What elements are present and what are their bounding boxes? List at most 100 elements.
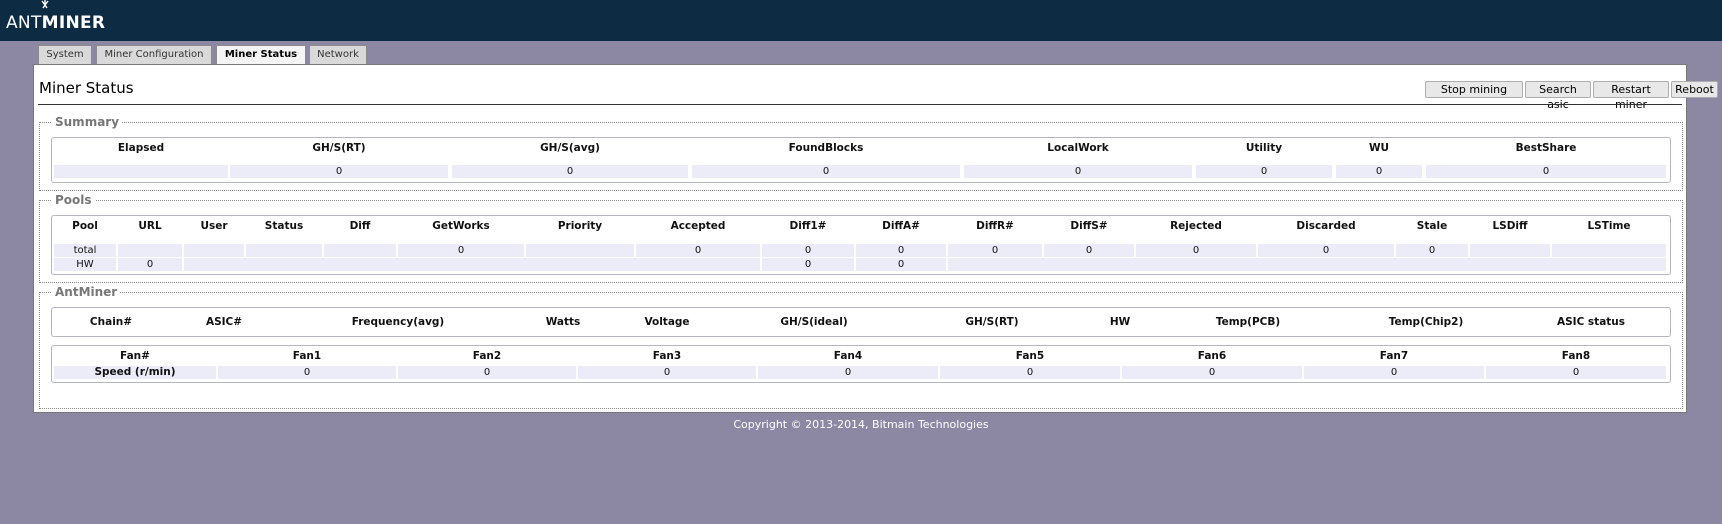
pools-total-cell xyxy=(1552,244,1666,257)
summary-value-cell: 0 xyxy=(1196,165,1332,178)
chain-header-cell: Temp(Chip2) xyxy=(1388,316,1464,328)
fan-header-cell: Fan3 xyxy=(652,350,682,362)
summary-section: Summary Elapsed GH/S(RT) GH/S(avg) FoundBlo… xyxy=(39,115,1683,191)
pools-total-cell: 0 xyxy=(1396,244,1468,257)
fan-header-cell: Fan5 xyxy=(1015,350,1045,362)
pools-header-cell: URL xyxy=(138,220,162,232)
chain-header-cell: HW xyxy=(1109,316,1131,328)
pools-total-cell xyxy=(118,244,182,257)
summary-value-cell: 0 xyxy=(230,165,448,178)
fan-header-cell: Fan4 xyxy=(833,350,863,362)
fan-speed-cell: 0 xyxy=(578,366,756,379)
pools-hw-cell: HW xyxy=(54,258,116,271)
page-title: Miner Status xyxy=(39,79,134,97)
chain-header-cell: Temp(PCB) xyxy=(1215,316,1281,328)
chain-header-cell: Frequency(avg) xyxy=(351,316,445,328)
chain-header-cell: ASIC status xyxy=(1556,316,1626,328)
pools-total-cell: total xyxy=(54,244,116,257)
summary-header-cell: Elapsed xyxy=(117,142,165,154)
summary-header-cell: BestShare xyxy=(1515,142,1577,154)
pools-header-cell: DiffA# xyxy=(882,220,920,232)
pools-header-cell: GetWorks xyxy=(432,220,490,232)
summary-value-cell: 0 xyxy=(1426,165,1666,178)
chain-table: Chain# ASIC# Frequency(avg) Watts Voltage GH/… xyxy=(51,307,1671,337)
fan-speed-cell: 0 xyxy=(218,366,396,379)
fan-speed-cell: 0 xyxy=(1486,366,1666,379)
fan-speed-cell: 0 xyxy=(1304,366,1484,379)
chain-header-cell: GH/S(ideal) xyxy=(780,316,848,328)
summary-value-cell: 0 xyxy=(964,165,1192,178)
pools-total-cell xyxy=(1470,244,1550,257)
fan-header-cell: Fan1 xyxy=(292,350,322,362)
summary-value-cell: 0 xyxy=(692,165,960,178)
pools-hw-cell: 0 xyxy=(118,258,182,271)
chain-header-cell: Watts xyxy=(545,316,581,328)
antminer-section: AntMiner Chain# ASIC# Frequency(avg) Watts V… xyxy=(39,285,1683,409)
pools-total-cell: 0 xyxy=(1044,244,1134,257)
summary-table: Elapsed GH/S(RT) GH/S(avg) FoundBlocks Local… xyxy=(51,137,1671,183)
pools-header-cell: Rejected xyxy=(1170,220,1222,232)
pools-hw-cell: 0 xyxy=(856,258,946,271)
tab-miner-status[interactable]: Miner Status xyxy=(216,45,306,65)
pools-total-cell: 0 xyxy=(1136,244,1256,257)
pools-total-cell xyxy=(184,244,244,257)
summary-header-cell: GH/S(avg) xyxy=(540,142,600,154)
pools-header-cell: DiffS# xyxy=(1070,220,1108,232)
pools-total-cell xyxy=(246,244,322,257)
chain-header-cell: ASIC# xyxy=(205,316,243,328)
pools-header-cell: LSDiff xyxy=(1492,220,1528,232)
pools-header-cell: DiffR# xyxy=(976,220,1014,232)
fan-speed-cell: 0 xyxy=(940,366,1120,379)
pools-header-cell: Status xyxy=(264,220,304,232)
reboot-button[interactable]: Reboot xyxy=(1671,81,1718,98)
summary-legend: Summary xyxy=(52,115,123,129)
pools-header-cell: Pool xyxy=(72,220,98,232)
tab-miner-configuration[interactable]: Miner Configuration xyxy=(96,45,212,64)
tab-system[interactable]: System xyxy=(38,45,92,64)
stop-mining-button[interactable]: Stop mining xyxy=(1425,81,1523,98)
pools-total-cell xyxy=(526,244,634,257)
summary-header-cell: Utility xyxy=(1245,142,1283,154)
summary-value-cell: 0 xyxy=(1336,165,1422,178)
pools-header-cell: LSTime xyxy=(1587,220,1631,232)
fan-header-cell: Fan7 xyxy=(1379,350,1409,362)
pools-total-cell: 0 xyxy=(636,244,760,257)
search-asic-button[interactable]: Search asic xyxy=(1525,81,1591,111)
pools-total-cell: 0 xyxy=(856,244,946,257)
chain-header-cell: Chain# xyxy=(89,316,133,328)
tab-network[interactable]: Network xyxy=(309,45,367,64)
fan-table: Fan# Fan1 Fan2 Fan3 Fan4 Fan5 Fan6 Fan7 Fan8 Spee… xyxy=(51,345,1671,383)
summary-header-cell: FoundBlocks xyxy=(788,142,864,154)
restart-miner-button[interactable]: Restart miner xyxy=(1593,81,1669,111)
pools-total-cell: 0 xyxy=(762,244,854,257)
pools-hw-cell xyxy=(184,258,760,271)
pools-header-cell: Priority xyxy=(557,220,603,232)
fan-speed-cell: 0 xyxy=(1122,366,1302,379)
top-bar: ANTMINER xyxy=(0,0,1722,41)
summary-header-cell: WU xyxy=(1368,142,1390,154)
pools-total-cell: 0 xyxy=(1258,244,1394,257)
pools-section: Pools Pool URL User Status Diff GetWorks Prior… xyxy=(39,193,1683,283)
pools-header-cell: User xyxy=(200,220,228,232)
pools-total-cell xyxy=(324,244,396,257)
summary-header-cell: GH/S(RT) xyxy=(312,142,366,154)
pools-header-cell: Diff xyxy=(349,220,371,232)
pools-hw-cell: 0 xyxy=(762,258,854,271)
content-panel: Miner Status Stop mining Search asic Res… xyxy=(33,64,1718,413)
fan-header-cell: Fan2 xyxy=(472,350,502,362)
fan-header-cell: Fan6 xyxy=(1197,350,1227,362)
pools-hw-cell xyxy=(948,258,1666,271)
pools-header-cell: Diff1# xyxy=(789,220,827,232)
title-divider xyxy=(38,104,1682,105)
fan-header-cell: Fan# xyxy=(120,350,150,362)
pools-total-cell: 0 xyxy=(948,244,1042,257)
chain-header-cell: Voltage xyxy=(644,316,690,328)
antminer-logo: ANTMINER xyxy=(6,13,106,33)
pools-total-cell: 0 xyxy=(398,244,524,257)
pools-header-cell: Discarded xyxy=(1296,220,1356,232)
fan-speed-cell: 0 xyxy=(398,366,576,379)
fan-speed-cell: 0 xyxy=(758,366,938,379)
chain-header-cell: GH/S(RT) xyxy=(965,316,1019,328)
antminer-legend: AntMiner xyxy=(52,285,121,299)
fan-speed-cell: Speed (r/min) xyxy=(54,366,216,379)
